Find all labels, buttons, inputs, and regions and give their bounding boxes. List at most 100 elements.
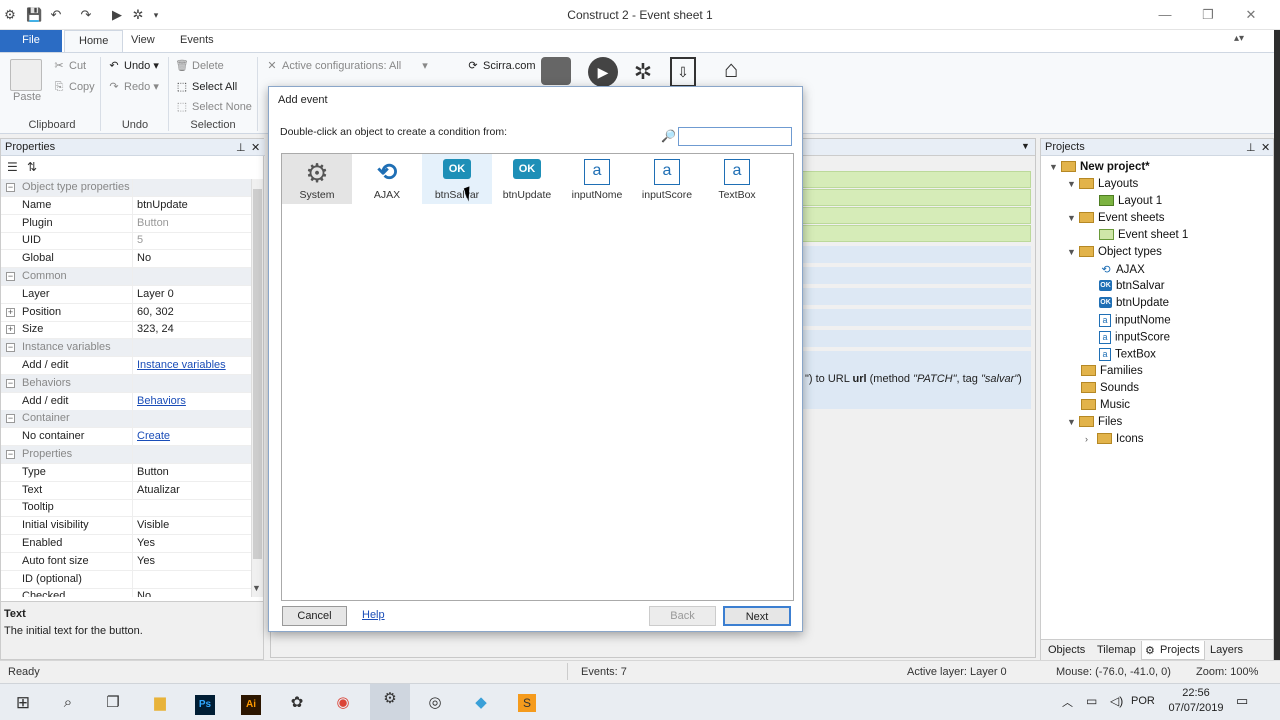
collapse-icon[interactable]: ▼ <box>1067 213 1079 223</box>
property-value[interactable]: 5 <box>137 232 143 249</box>
scirra-link-button[interactable]: ⟳ Scirra.com <box>466 59 535 73</box>
tree-object-btnupdate[interactable]: OK btnUpdate <box>1099 297 1169 309</box>
property-value[interactable]: Button <box>137 464 169 481</box>
paste-button[interactable]: Paste <box>13 91 41 103</box>
property-value[interactable]: Visible <box>137 517 169 534</box>
run-layout-icon[interactable]: ▶ <box>588 57 618 87</box>
property-link[interactable]: Instance variables <box>137 357 226 374</box>
tree-files[interactable]: ▼ Files <box>1067 416 1122 428</box>
search-input[interactable] <box>678 127 792 146</box>
tree-layout-1[interactable]: Layout 1 <box>1099 195 1162 207</box>
collapse-icon[interactable]: ▼ <box>1067 247 1079 257</box>
collapse-icon[interactable]: ▼ <box>1067 417 1079 427</box>
tree-icons[interactable]: › Icons <box>1085 433 1144 445</box>
property-row[interactable]: Checked No <box>1 588 251 597</box>
property-row[interactable]: Global No <box>1 250 251 269</box>
property-link[interactable]: Behaviors <box>137 393 186 410</box>
property-value[interactable]: Yes <box>137 535 155 552</box>
property-category[interactable]: − Instance variables <box>1 339 251 358</box>
property-value[interactable]: Atualizar <box>137 482 180 499</box>
property-row[interactable]: Initial visibility Visible <box>1 517 251 536</box>
object-inputscore[interactable]: a inputScore <box>632 154 702 204</box>
property-row[interactable]: + Position 60, 302 <box>1 304 251 322</box>
object-system[interactable]: ⚙ System <box>282 154 352 204</box>
property-row[interactable]: UID 5 <box>1 232 251 251</box>
notification-icon[interactable]: ▭ <box>1236 693 1248 709</box>
property-link[interactable]: Create <box>137 428 170 445</box>
tree-families[interactable]: Families <box>1081 365 1143 377</box>
property-category[interactable]: − Container <box>1 410 251 429</box>
active-config-dropdown[interactable]: ✕ Active configurations: All ▾ <box>265 59 427 73</box>
tree-object-types[interactable]: ▼ Object types <box>1067 246 1162 258</box>
collapse-icon[interactable]: − <box>6 343 15 353</box>
object-ajax[interactable]: ⟲ AJAX <box>352 154 422 204</box>
object-inputnome[interactable]: a inputNome <box>562 154 632 204</box>
app-icon[interactable]: ✿ <box>282 688 312 718</box>
property-value[interactable]: 60, 302 <box>137 304 174 321</box>
file-explorer-icon[interactable]: ▆ <box>145 688 175 718</box>
language-indicator[interactable]: POR <box>1131 695 1155 707</box>
property-row[interactable]: Add / edit Behaviors <box>1 393 251 411</box>
pin-icon[interactable]: ⊥ <box>1246 141 1256 154</box>
help-link[interactable]: Help <box>362 609 385 621</box>
property-row[interactable]: + Size 323, 24 <box>1 321 251 340</box>
property-row[interactable]: No container Create <box>1 428 251 447</box>
tree-music[interactable]: Music <box>1081 399 1130 411</box>
property-row[interactable]: Layer Layer 0 <box>1 286 251 304</box>
expand-icon[interactable]: + <box>6 307 15 317</box>
close-panel-icon[interactable]: ✕ <box>1261 141 1270 154</box>
property-category[interactable]: − Behaviors <box>1 374 251 393</box>
app-icon[interactable]: ◆ <box>466 688 496 718</box>
object-textbox[interactable]: a TextBox <box>702 154 772 204</box>
scroll-down-icon[interactable]: ▼ <box>252 583 261 593</box>
tree-event-sheets[interactable]: ▼ Event sheets <box>1067 212 1164 224</box>
tree-root[interactable]: ▼ New project* <box>1049 161 1150 173</box>
property-row[interactable]: Type Button <box>1 464 251 482</box>
obs-icon[interactable]: ◎ <box>420 688 450 718</box>
property-scrollbar[interactable]: ▼ <box>251 179 263 597</box>
property-value[interactable]: 323, 24 <box>137 321 174 338</box>
property-value[interactable]: btnUpdate <box>137 197 188 214</box>
property-value[interactable]: No <box>137 588 151 597</box>
minimize-button[interactable]: — <box>1150 5 1180 25</box>
collapse-icon[interactable]: ▼ <box>1067 179 1079 189</box>
delete-button[interactable]: 🗑 Delete <box>175 59 224 73</box>
chevron-down-icon[interactable]: ▼ <box>1021 141 1030 151</box>
paste-icon[interactable] <box>10 59 42 91</box>
property-row[interactable]: Auto font size Yes <box>1 553 251 571</box>
tree-event-sheet-1[interactable]: Event sheet 1 <box>1099 229 1188 241</box>
close-window-button[interactable]: ✕ <box>1236 5 1266 25</box>
property-row[interactable]: ID (optional) <box>1 571 251 589</box>
tab-layers[interactable]: Layers <box>1210 644 1243 656</box>
select-all-button[interactable]: ⬚ Select All <box>175 80 237 94</box>
clock-time[interactable]: 22:56 <box>1164 687 1228 699</box>
debug-bug-icon[interactable]: ✲ <box>628 57 658 87</box>
tree-sounds[interactable]: Sounds <box>1081 382 1139 394</box>
property-value[interactable]: Yes <box>137 553 155 570</box>
cut-button[interactable]: ✂ Cut <box>52 59 86 73</box>
home-icon[interactable]: ⌂ <box>716 55 746 85</box>
property-value[interactable]: No <box>137 250 151 267</box>
close-panel-icon[interactable]: ✕ <box>251 141 260 154</box>
store-icon[interactable] <box>541 57 571 85</box>
property-row[interactable]: Tooltip <box>1 499 251 518</box>
ribbon-scroll-icon[interactable]: ▴▾ <box>1234 33 1244 44</box>
clock-date[interactable]: 07/07/2019 <box>1164 702 1228 714</box>
property-row[interactable]: Add / edit Instance variables <box>1 357 251 375</box>
property-category[interactable]: − Common <box>1 268 251 286</box>
next-button[interactable]: Next <box>723 606 791 626</box>
redo-button[interactable]: ↷ Redo ▾ <box>107 80 158 94</box>
tray-chevron-icon[interactable]: ︿ <box>1062 694 1073 710</box>
object-btnsalvar[interactable]: OK btnSalvar <box>422 154 492 204</box>
photoshop-icon[interactable]: Ps <box>190 688 220 718</box>
tree-object-btnsalvar[interactable]: OK btnSalvar <box>1099 280 1165 292</box>
tab-events[interactable]: Events <box>166 30 228 52</box>
tree-object-ajax[interactable]: ⟲ AJAX <box>1099 263 1144 277</box>
windows-start-icon[interactable]: ⊞ <box>8 688 38 718</box>
property-row[interactable]: Plugin Button <box>1 215 251 233</box>
undo-button[interactable]: ↶ Undo ▾ <box>107 59 158 73</box>
back-button[interactable]: Back <box>649 606 716 626</box>
export-icon[interactable]: ⇩ <box>670 57 696 87</box>
property-row[interactable]: Name btnUpdate <box>1 197 251 215</box>
cancel-button[interactable]: Cancel <box>282 606 347 626</box>
